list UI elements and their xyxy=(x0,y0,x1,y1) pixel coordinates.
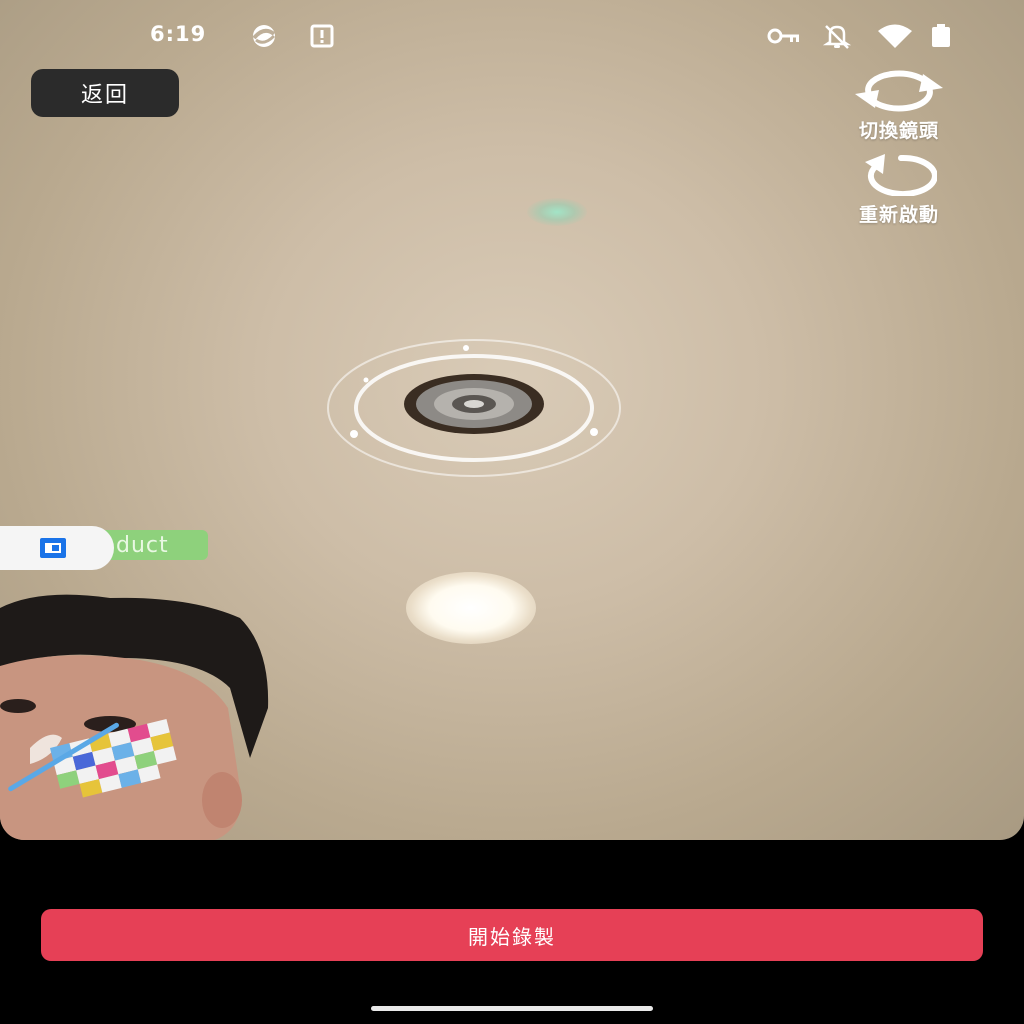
floating-widget-handle[interactable] xyxy=(0,526,114,570)
battery-icon xyxy=(932,24,950,47)
ceiling-fixture xyxy=(327,339,621,477)
restart-icon xyxy=(865,154,937,196)
lens-flare xyxy=(527,198,587,226)
ceiling-light xyxy=(406,572,536,644)
screen: 6:19 返回 切換鏡頭 重新啟動 duct 開始錄製 xyxy=(0,0,1024,1024)
person-with-ar-effect xyxy=(0,594,269,840)
restart-button[interactable]: 重新啟動 xyxy=(819,154,979,227)
switch-camera-label: 切換鏡頭 xyxy=(858,120,939,142)
recorder-icon xyxy=(40,538,66,558)
wifi-icon xyxy=(878,24,912,48)
floating-recorder-widget[interactable]: duct xyxy=(0,526,210,570)
status-time: 6:19 xyxy=(150,22,207,46)
back-button[interactable]: 返回 xyxy=(31,69,179,117)
alert-notification-icon xyxy=(310,24,334,48)
switch-camera-button[interactable]: 切換鏡頭 xyxy=(819,70,979,143)
status-bar: 6:19 xyxy=(0,0,1024,72)
bell-muted-icon xyxy=(822,25,852,49)
vpn-key-icon xyxy=(767,28,799,44)
restart-label: 重新啟動 xyxy=(858,204,939,226)
home-indicator[interactable] xyxy=(371,1006,653,1011)
start-recording-button[interactable]: 開始錄製 xyxy=(41,909,983,961)
sync-app-icon xyxy=(252,25,276,47)
rotate-camera-icon xyxy=(855,70,943,112)
